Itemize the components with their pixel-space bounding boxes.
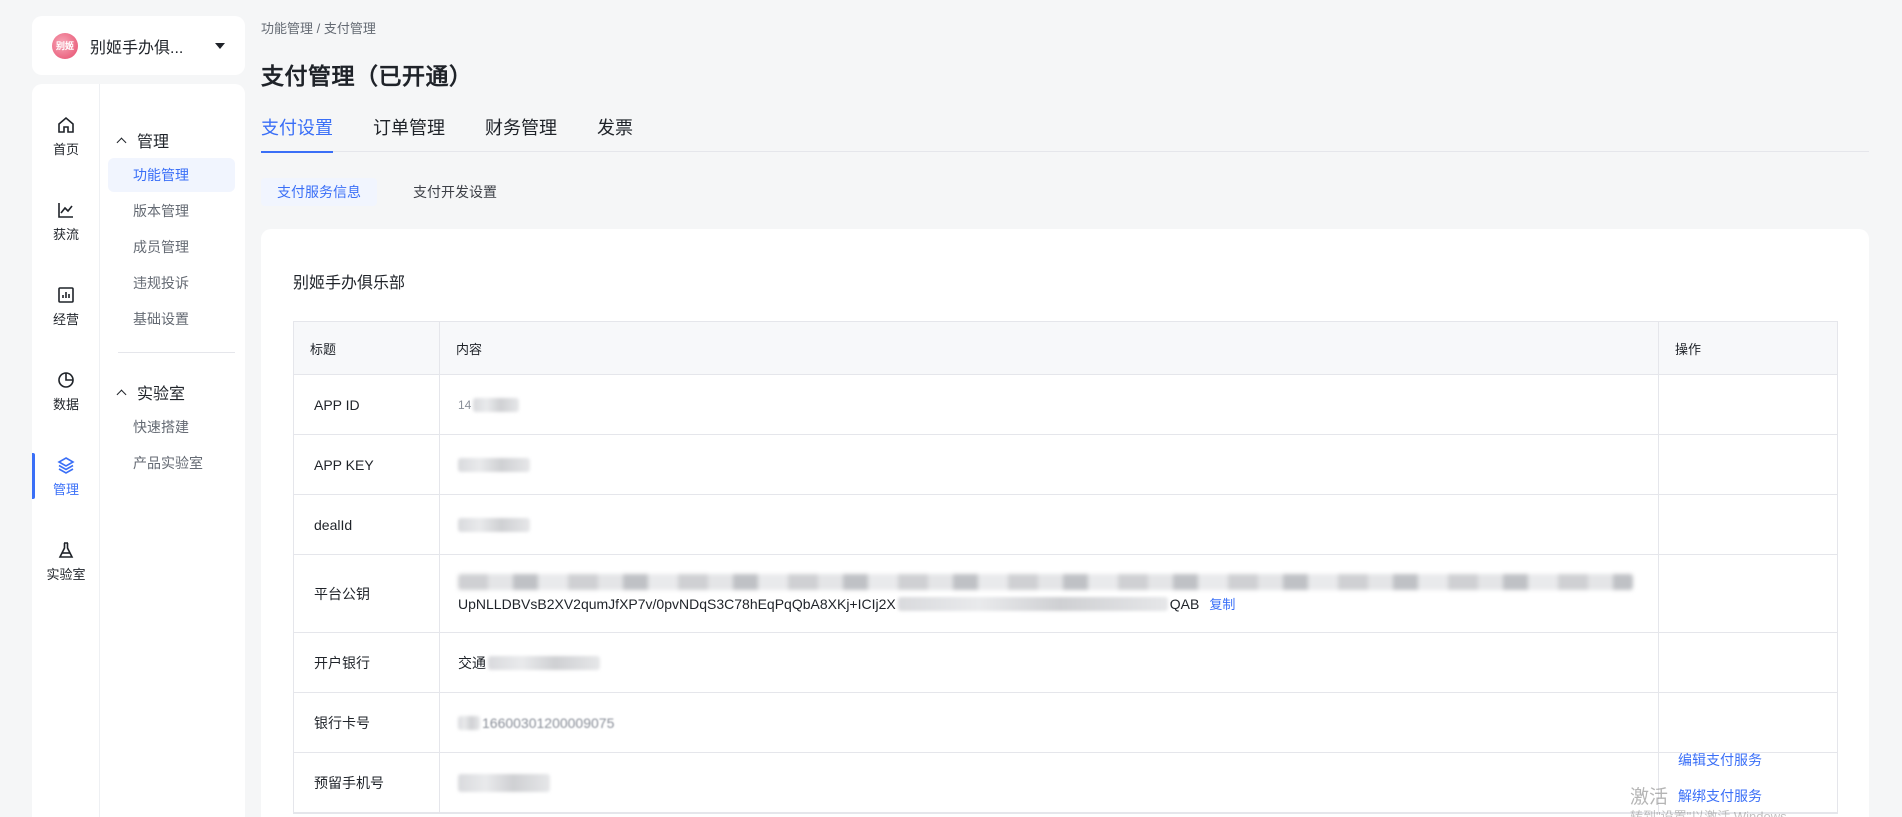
tab-order-management[interactable]: 订单管理 <box>373 114 445 152</box>
layers-icon <box>57 456 75 474</box>
nav-item-quick-build[interactable]: 快速搭建 <box>108 410 235 444</box>
actions-cell: 编辑支付服务 解绑支付服务 <box>1658 375 1837 813</box>
redacted-block <box>458 574 1633 590</box>
row-value: 14 <box>440 375 1659 434</box>
caret-down-icon[interactable] <box>215 42 225 49</box>
nav-group-title: 管理 <box>137 134 170 151</box>
rail-label: 获流 <box>52 226 79 242</box>
row-title: 银行卡号 <box>294 693 440 752</box>
subtab-payment-service-info[interactable]: 支付服务信息 <box>261 178 377 206</box>
row-title: APP KEY <box>294 435 440 494</box>
sub-tabs: 支付服务信息 支付开发设置 <box>261 178 533 206</box>
bank-name-value: 交通 <box>458 654 486 671</box>
payment-info-card: 别姬手办俱乐部 标题 内容 操作 APP ID 14 APP KEY dealI… <box>261 229 1869 817</box>
payment-info-table: 标题 内容 操作 APP ID 14 APP KEY dealId 平台公钥 U… <box>293 321 1838 814</box>
app-name: 别姬手办俱... <box>90 39 184 57</box>
row-title: dealId <box>294 495 440 554</box>
row-value: 交通 <box>440 633 1659 692</box>
flask-icon <box>58 541 74 558</box>
trend-chart-icon <box>58 202 73 218</box>
bank-card-value: 16600301200009075 <box>482 714 615 731</box>
table-row: 银行卡号 16600301200009075 <box>294 693 1837 753</box>
redacted-block <box>458 517 530 532</box>
nav-item-member-manage[interactable]: 成员管理 <box>108 230 235 264</box>
merchant-name: 别姬手办俱乐部 <box>293 275 406 292</box>
rail-item-manage[interactable]: 管理 <box>32 444 100 508</box>
row-title: APP ID <box>294 375 440 434</box>
redacted-block <box>473 397 520 412</box>
nav-item-violation-complaint[interactable]: 违规投诉 <box>108 266 235 300</box>
redacted-block <box>458 715 480 730</box>
rail-label: 数据 <box>52 396 79 412</box>
nav-item-product-lab[interactable]: 产品实验室 <box>108 446 235 480</box>
public-key-tail: QAB <box>1169 595 1200 612</box>
row-title: 开户银行 <box>294 633 440 692</box>
table-row: APP ID 14 <box>294 375 1837 435</box>
header-title: 标题 <box>294 322 440 374</box>
pie-chart-icon <box>58 371 74 388</box>
table-row: 预留手机号 <box>294 753 1837 813</box>
nav-group-lab[interactable]: 实验室 <box>116 380 186 404</box>
nav-item-basic-settings[interactable]: 基础设置 <box>108 302 235 336</box>
rail-item-home[interactable]: 首页 <box>32 104 100 168</box>
tab-invoice[interactable]: 发票 <box>597 114 633 152</box>
header-actions: 操作 <box>1675 341 1702 357</box>
nav-group-manage[interactable]: 管理 <box>116 128 170 152</box>
rail-label: 首页 <box>52 141 79 157</box>
rail-label: 实验室 <box>46 566 86 582</box>
side-panel: 首页 获流 经营 数据 管理 实验室 管理 功能管理 版本管理 成员管理 违规投… <box>32 84 245 817</box>
rail-item-lab[interactable]: 实验室 <box>32 529 100 593</box>
redacted-block <box>458 773 550 792</box>
rail-item-operations[interactable]: 经营 <box>32 274 100 338</box>
subtab-payment-dev-settings[interactable]: 支付开发设置 <box>397 178 513 206</box>
tab-finance-management[interactable]: 财务管理 <box>485 114 557 152</box>
rail-label: 经营 <box>52 311 79 327</box>
row-value <box>440 495 1659 554</box>
rail-label: 管理 <box>52 481 79 497</box>
copy-button[interactable]: 复制 <box>1209 594 1235 613</box>
app-switcher[interactable]: 别姬 别姬手办俱... <box>32 16 245 75</box>
header-content: 内容 <box>440 322 1659 374</box>
table-row: 开户银行 交通 <box>294 633 1837 693</box>
page-title: 支付管理（已开通） <box>261 63 473 89</box>
table-row: dealId <box>294 495 1837 555</box>
windows-activation-watermark: 激活 <box>1630 787 1669 808</box>
row-title: 平台公钥 <box>294 555 440 632</box>
app-logo: 别姬 <box>52 32 78 59</box>
dashboard-icon <box>58 286 74 303</box>
nav-item-feature-manage[interactable]: 功能管理 <box>108 158 235 192</box>
redacted-block <box>458 457 530 472</box>
windows-activation-watermark-hint: 转到"设置"以激活 Windows。 <box>1630 809 1800 817</box>
nav-divider <box>118 352 235 353</box>
app-id-value: 14 <box>458 397 472 412</box>
chevron-up-icon <box>116 389 127 399</box>
table-row: 平台公钥 UpNLLDBVsB2XV2qumJfXP7v/0pvNDqS3C78… <box>294 555 1837 633</box>
row-title: 预留手机号 <box>294 753 440 812</box>
edit-payment-service-link[interactable]: 编辑支付服务 <box>1678 750 1762 770</box>
primary-rail: 首页 获流 经营 数据 管理 实验室 <box>32 84 100 817</box>
table-header-row: 标题 内容 操作 <box>294 322 1837 375</box>
unbind-payment-service-link[interactable]: 解绑支付服务 <box>1678 786 1762 806</box>
home-icon <box>58 116 74 133</box>
chevron-up-icon <box>116 137 127 147</box>
row-value <box>440 435 1659 494</box>
main-tabs: 支付设置 订单管理 财务管理 发票 <box>261 114 1869 153</box>
row-value: 16600301200009075 <box>440 693 1659 752</box>
redacted-block <box>488 655 600 670</box>
table-row: APP KEY <box>294 435 1837 495</box>
row-value: UpNLLDBVsB2XV2qumJfXP7v/0pvNDqS3C78hEqPq… <box>440 555 1659 632</box>
nav-group-title: 实验室 <box>137 386 186 403</box>
rail-item-data[interactable]: 数据 <box>32 359 100 423</box>
tab-payment-settings[interactable]: 支付设置 <box>261 114 333 153</box>
rail-item-traffic[interactable]: 获流 <box>32 189 100 253</box>
row-value <box>440 753 1659 812</box>
nav-item-version-manage[interactable]: 版本管理 <box>108 194 235 228</box>
redacted-block <box>897 596 1168 611</box>
public-key-value: UpNLLDBVsB2XV2qumJfXP7v/0pvNDqS3C78hEqPq… <box>458 595 896 612</box>
breadcrumb[interactable]: 功能管理 / 支付管理 <box>261 18 376 37</box>
